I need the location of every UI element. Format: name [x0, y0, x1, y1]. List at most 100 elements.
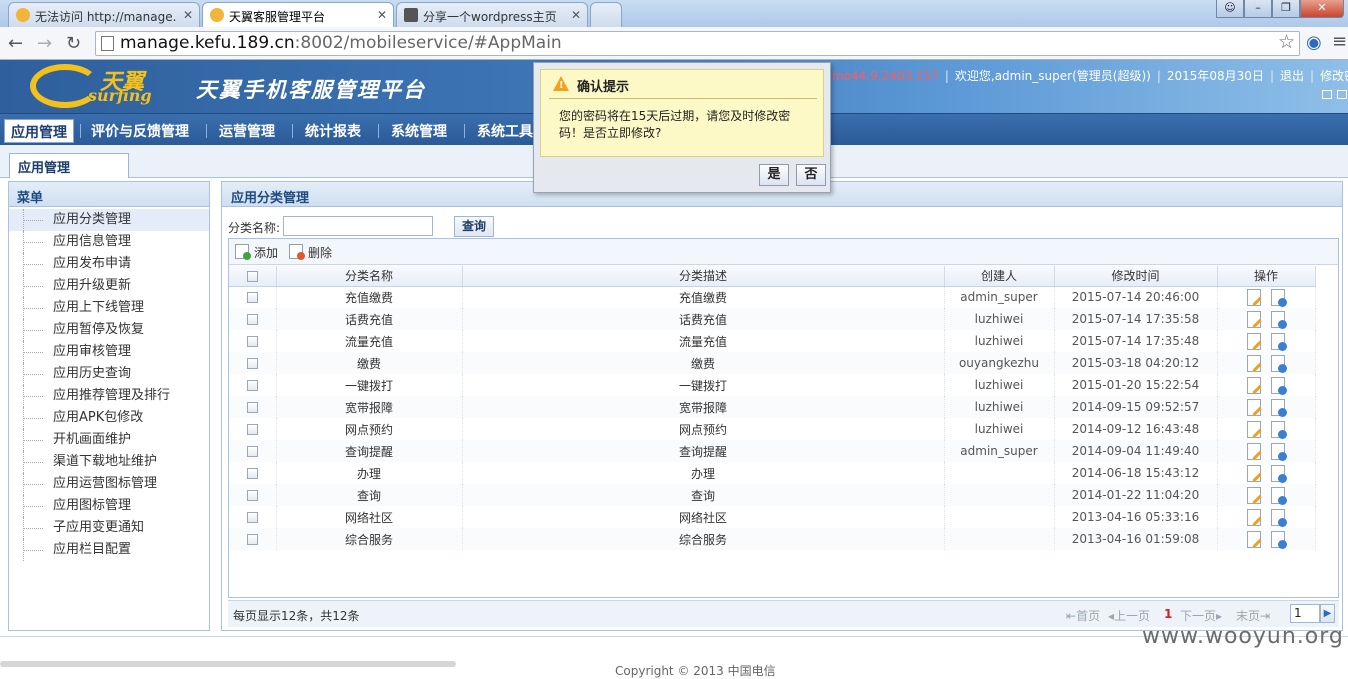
menu-app-management[interactable]: 应用管理: [4, 119, 74, 143]
sidebar-item[interactable]: 应用发布申请: [9, 253, 209, 275]
row-checkbox-cell[interactable]: [229, 396, 277, 418]
first-page-link[interactable]: ⇤首页: [1066, 607, 1100, 624]
last-page-link[interactable]: 末页⇥: [1236, 607, 1270, 624]
user-icon[interactable]: ☺: [1216, 0, 1244, 18]
detail-icon[interactable]: [1271, 442, 1287, 461]
sidebar-item[interactable]: 应用信息管理: [9, 231, 209, 253]
row-checkbox-cell[interactable]: [229, 440, 277, 462]
detail-icon[interactable]: [1271, 508, 1287, 527]
row-checkbox-cell[interactable]: [229, 286, 277, 308]
row-checkbox-cell[interactable]: [229, 330, 277, 352]
table-row[interactable]: 充值缴费 充值缴费 admin_super 2015-07-14 20:46:00: [229, 286, 1316, 308]
browser-tab-3[interactable]: 分享一个wordpress主页 ✕: [396, 2, 588, 27]
table-row[interactable]: 查询提醒 查询提醒 admin_super 2014-09-04 11:49:40: [229, 440, 1316, 462]
table-row[interactable]: 办理 办理 2014-06-18 15:43:12: [229, 462, 1316, 484]
sidebar-item[interactable]: 应用历史查询: [9, 363, 209, 385]
edit-icon[interactable]: [1247, 420, 1261, 438]
sidebar-item[interactable]: 应用审核管理: [9, 341, 209, 363]
select-all-checkbox[interactable]: [246, 270, 258, 282]
row-checkbox[interactable]: [246, 402, 258, 413]
table-row[interactable]: 宽带报障 宽带报障 luzhiwei 2014-09-15 09:52:57: [229, 396, 1316, 418]
next-page-link[interactable]: 下一页▸: [1180, 607, 1222, 624]
search-button[interactable]: 查询: [454, 216, 494, 237]
detail-icon[interactable]: [1271, 376, 1287, 395]
tab-app-management[interactable]: 应用管理: [9, 153, 129, 178]
bookmark-star-icon[interactable]: ☆: [1278, 31, 1295, 54]
detail-icon[interactable]: [1271, 310, 1287, 329]
row-checkbox[interactable]: [246, 468, 258, 479]
sidebar-item[interactable]: 应用图标管理: [9, 495, 209, 517]
edit-icon[interactable]: [1247, 464, 1261, 482]
prev-page-link[interactable]: ◂上一页: [1108, 607, 1150, 624]
table-row[interactable]: 缴费 缴费 ouyangkezhu 2015-03-18 04:20:12: [229, 352, 1316, 374]
go-page-icon[interactable]: ▶: [1320, 604, 1335, 623]
sidebar-item[interactable]: 应用推荐管理及排行: [9, 385, 209, 407]
sidebar-item[interactable]: 应用分类管理: [9, 209, 209, 231]
menu-reports[interactable]: 统计报表: [299, 119, 367, 143]
row-checkbox[interactable]: [246, 424, 258, 435]
browser-tab-2[interactable]: 天翼客服管理平台 ✕: [202, 2, 394, 28]
change-password-link[interactable]: 修改密码: [1320, 69, 1348, 83]
table-row[interactable]: 流量充值 流量充值 luzhiwei 2015-07-14 17:35:48: [229, 330, 1316, 352]
row-checkbox-cell[interactable]: [229, 308, 277, 330]
no-button[interactable]: 否: [796, 164, 826, 186]
edit-icon[interactable]: [1247, 332, 1261, 350]
row-checkbox-cell[interactable]: [229, 352, 277, 374]
edit-icon[interactable]: [1247, 376, 1261, 394]
close-tab-icon[interactable]: ✕: [571, 8, 581, 22]
edit-icon[interactable]: [1247, 354, 1261, 372]
edit-icon[interactable]: [1247, 288, 1261, 306]
edit-icon[interactable]: [1247, 530, 1261, 548]
row-checkbox[interactable]: [246, 336, 258, 347]
row-checkbox[interactable]: [246, 490, 258, 501]
sidebar-item[interactable]: 应用上下线管理: [9, 297, 209, 319]
edit-icon[interactable]: [1247, 486, 1261, 504]
column-header[interactable]: 修改时间: [1054, 266, 1218, 287]
row-checkbox[interactable]: [246, 534, 258, 545]
row-checkbox-cell[interactable]: [229, 528, 277, 550]
forward-arrow-icon[interactable]: →: [37, 33, 52, 54]
row-checkbox-cell[interactable]: [229, 418, 277, 440]
menu-wrench-icon[interactable]: ≡: [1332, 31, 1347, 52]
sidebar-item[interactable]: 应用栏目配置: [9, 539, 209, 561]
detail-icon[interactable]: [1271, 354, 1287, 373]
sidebar-item[interactable]: 渠道下载地址维护: [9, 451, 209, 473]
detail-icon[interactable]: [1271, 530, 1287, 549]
detail-icon[interactable]: [1271, 288, 1287, 307]
sidebar-item[interactable]: 子应用变更通知: [9, 517, 209, 539]
column-header[interactable]: 创建人: [944, 266, 1055, 287]
column-header[interactable]: 分类描述: [462, 266, 945, 287]
close-window-icon[interactable]: ✕: [1300, 0, 1344, 18]
page-number-input[interactable]: 1: [1290, 604, 1320, 623]
row-checkbox-cell[interactable]: [229, 374, 277, 396]
table-row[interactable]: 网络社区 网络社区 2013-04-16 05:33:16: [229, 506, 1316, 528]
sidebar-item[interactable]: 应用运营图标管理: [9, 473, 209, 495]
row-checkbox[interactable]: [246, 446, 258, 457]
table-row[interactable]: 综合服务 综合服务 2013-04-16 01:59:08: [229, 528, 1316, 550]
table-row[interactable]: 查询 查询 2014-01-22 11:04:20: [229, 484, 1316, 506]
table-row[interactable]: 网点预约 网点预约 luzhiwei 2014-09-12 16:43:48: [229, 418, 1316, 440]
delete-button[interactable]: 删除: [289, 244, 332, 261]
maximize-icon[interactable]: ❐: [1272, 0, 1300, 18]
detail-icon[interactable]: [1271, 398, 1287, 417]
category-name-input[interactable]: [283, 216, 433, 236]
detail-icon[interactable]: [1271, 486, 1287, 505]
reload-icon[interactable]: ↻: [66, 33, 81, 54]
edit-icon[interactable]: [1247, 398, 1261, 416]
layout-icon[interactable]: [1322, 90, 1332, 99]
edit-icon[interactable]: [1247, 442, 1261, 460]
sidebar-item[interactable]: 应用升级更新: [9, 275, 209, 297]
edit-icon[interactable]: [1247, 310, 1261, 328]
table-row[interactable]: 一键拨打 一键拨打 luzhiwei 2015-01-20 15:22:54: [229, 374, 1316, 396]
new-tab-button[interactable]: [590, 2, 622, 27]
horizontal-scrollbar[interactable]: [0, 661, 456, 667]
table-row[interactable]: 话费充值 话费充值 luzhiwei 2015-07-14 17:35:58: [229, 308, 1316, 330]
sidebar-item[interactable]: 开机画面维护: [9, 429, 209, 451]
select-all-header[interactable]: [229, 266, 277, 287]
minimize-icon[interactable]: –: [1244, 0, 1272, 18]
yes-button[interactable]: 是: [759, 164, 789, 186]
row-checkbox[interactable]: [246, 358, 258, 369]
row-checkbox[interactable]: [246, 512, 258, 523]
sidebar-item[interactable]: 应用暂停及恢复: [9, 319, 209, 341]
row-checkbox[interactable]: [246, 380, 258, 391]
